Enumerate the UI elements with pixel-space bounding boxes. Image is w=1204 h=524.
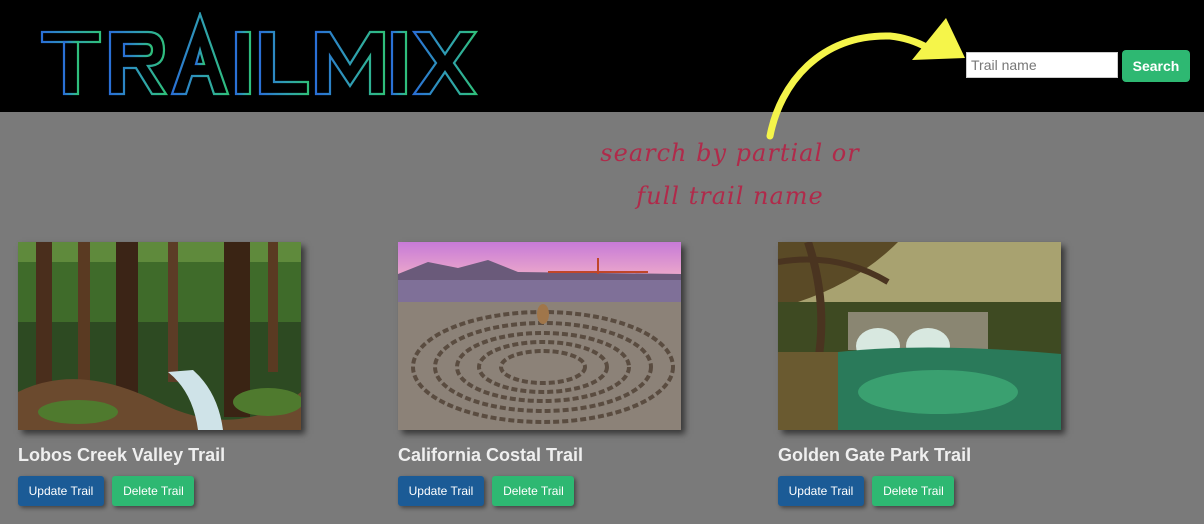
trail-title: Lobos Creek Valley Trail — [18, 445, 226, 465]
annotation-line-2: full trail name — [636, 182, 824, 210]
trail-photo-forest[interactable] — [18, 242, 301, 430]
delete-trail-button[interactable]: Delete Trail — [112, 476, 195, 506]
delete-trail-button[interactable]: Delete Trail — [492, 476, 575, 506]
update-trail-button[interactable]: Update Trail — [778, 476, 864, 506]
logo[interactable] — [40, 12, 480, 96]
trail-title: California Costal Trail — [398, 445, 584, 465]
trail-title: Golden Gate Park Trail — [778, 445, 972, 465]
annotation-text: search by partial or full trail name — [560, 132, 900, 218]
trail-photo-bridge[interactable] — [778, 242, 1061, 430]
header: Search — [0, 0, 1204, 112]
trail-card-lobos: Lobos Creek Valley Trail Update Trail De… — [18, 242, 318, 508]
trail-card-golden-gate: Golden Gate Park Trail Update Trail Dele… — [778, 242, 1078, 508]
trail-photo-labyrinth[interactable] — [398, 242, 681, 430]
search-input[interactable] — [966, 52, 1118, 78]
update-trail-button[interactable]: Update Trail — [18, 476, 104, 506]
update-trail-button[interactable]: Update Trail — [398, 476, 484, 506]
search-button[interactable]: Search — [1122, 50, 1190, 82]
delete-trail-button[interactable]: Delete Trail — [872, 476, 955, 506]
annotation-line-1: search by partial or — [600, 139, 860, 167]
annotation-arrow — [766, 18, 965, 140]
trail-card-california: California Costal Trail Update Trail Del… — [398, 242, 698, 508]
